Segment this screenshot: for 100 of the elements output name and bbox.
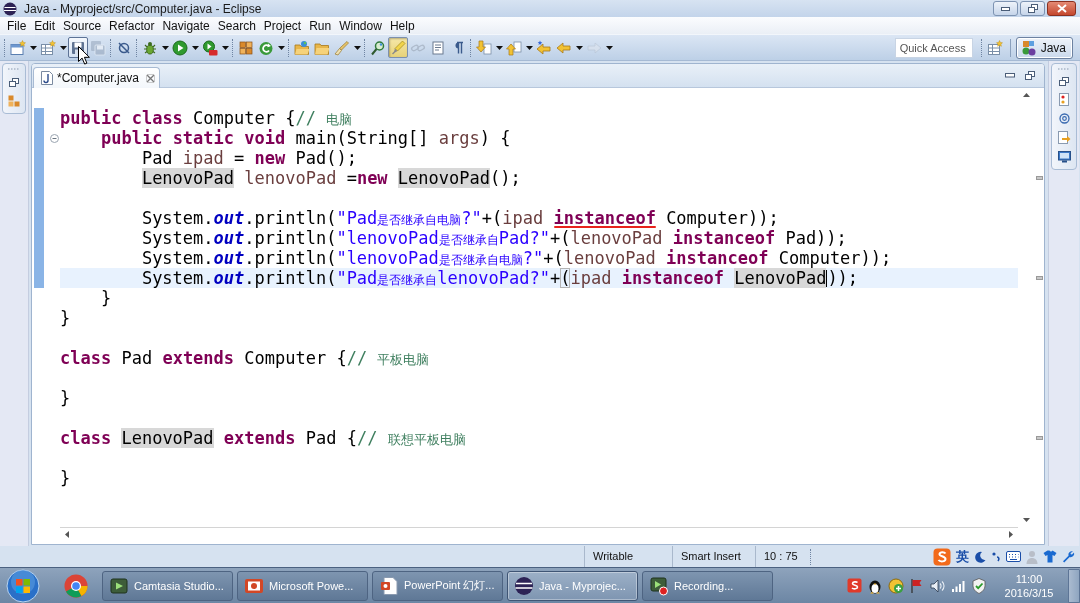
type-name: LenovoPad <box>141 168 234 188</box>
code-text: .println( <box>244 248 337 268</box>
close-icon <box>1056 4 1067 13</box>
menu-item[interactable]: Refactor <box>105 18 159 33</box>
moon-icon[interactable] <box>974 550 986 563</box>
keyword: class <box>60 428 112 448</box>
code-text: } <box>60 468 71 488</box>
code-text: +( <box>549 228 571 248</box>
file-icon <box>41 71 53 85</box>
code-text: )); <box>827 268 859 288</box>
close-button[interactable] <box>1047 1 1076 16</box>
restore-icon[interactable] <box>1059 77 1069 86</box>
restore-button[interactable] <box>1020 1 1045 16</box>
page-dots-icon[interactable] <box>1058 93 1070 106</box>
caret-icon <box>277 45 285 50</box>
keyword: class <box>131 108 183 128</box>
menu-item[interactable]: Window <box>335 18 386 33</box>
flag-icon[interactable] <box>910 577 924 594</box>
striped-circle-icon <box>3 1 17 16</box>
menu-item[interactable]: Run <box>305 18 336 33</box>
drag-handle-icon <box>1058 68 1070 70</box>
quick-access-field[interactable]: Quick Access <box>894 37 973 58</box>
wrench-icon[interactable] <box>1062 550 1075 563</box>
code-text: } <box>100 288 112 308</box>
shield-icon[interactable] <box>972 577 986 594</box>
maximize-icon[interactable] <box>1025 71 1035 80</box>
occurrence-marker <box>1036 176 1043 180</box>
keyword: extends <box>223 428 296 448</box>
input-mode-label[interactable]: 英 <box>956 547 969 566</box>
variable-name: lenovoPad <box>563 248 656 268</box>
scroll-right-icon[interactable] <box>1009 530 1013 538</box>
code-text: Pad <box>121 348 153 368</box>
fold-toggle-icon[interactable] <box>49 133 59 143</box>
caret-icon <box>161 45 169 50</box>
caret-icon <box>575 45 583 50</box>
caret-icon <box>29 45 37 50</box>
minimize-button[interactable] <box>993 1 1018 16</box>
text-cursor <box>826 270 828 287</box>
keyword: instanceof <box>553 211 656 226</box>
scroll-down-icon[interactable] <box>1022 518 1030 522</box>
shirt-icon[interactable] <box>1043 550 1057 563</box>
keyword: new <box>254 148 286 168</box>
scroll-up-icon[interactable] <box>1022 93 1030 97</box>
monitor-icon[interactable] <box>1057 151 1071 163</box>
show-desktop-button[interactable] <box>1068 568 1080 603</box>
type-name: LenovoPad <box>397 168 490 188</box>
keyword: instanceof <box>621 268 724 288</box>
taskbar-button[interactable]: Microsoft Powe... <box>237 570 368 601</box>
table-star-icon <box>986 39 1003 56</box>
code-text: = <box>346 168 357 188</box>
string-literal: "lenovoPad是否继承自电脑?" <box>336 248 544 268</box>
close-icon[interactable] <box>146 73 156 83</box>
taskbar-button[interactable]: Recording... <box>642 570 773 601</box>
keyword: extends <box>162 348 235 368</box>
menu-item[interactable]: File <box>3 18 31 33</box>
code-text: } <box>60 388 71 408</box>
code-text: = <box>234 148 245 168</box>
perspective-button[interactable]: Java <box>1015 36 1073 59</box>
keyboard-icon[interactable] <box>1006 551 1021 562</box>
menu-item[interactable]: Project <box>259 18 306 33</box>
editor-tab[interactable]: *Computer.java <box>33 67 161 88</box>
matching-bracket: ( <box>560 268 571 288</box>
menu-item[interactable]: Search <box>213 18 260 33</box>
signal-icon[interactable] <box>951 578 966 593</box>
speaker-icon[interactable] <box>930 578 945 593</box>
scroll-left-icon[interactable] <box>65 530 69 538</box>
code-text: + <box>549 268 561 288</box>
keyword: static <box>172 128 235 148</box>
restore-icon <box>1027 4 1038 13</box>
code-text: .println( <box>244 228 337 248</box>
window-title: Java - Myproject/src/Computer.java - Eclipse <box>24 1 262 16</box>
field-name: out <box>213 248 245 268</box>
recorder-icon <box>649 575 669 596</box>
taskbar-button[interactable]: PowerPoint 幻灯... <box>372 570 503 601</box>
taskbar-button[interactable]: Camtasia Studio... <box>102 570 233 601</box>
swirl-logo-icon <box>933 547 951 566</box>
caret-icon <box>525 45 533 50</box>
ring-icon[interactable] <box>1058 113 1070 124</box>
menu-item[interactable]: Source <box>59 18 106 33</box>
keyword: instanceof <box>666 248 769 268</box>
code-text: .println( <box>244 208 337 228</box>
caret-icon <box>191 45 199 50</box>
swirl-square-icon[interactable] <box>847 578 862 593</box>
punctuation-icon[interactable] <box>991 550 1001 563</box>
keyword: public <box>100 128 163 148</box>
plus-badge-icon[interactable] <box>888 577 904 594</box>
minimize-icon[interactable] <box>1005 73 1015 78</box>
field-name: out <box>213 228 245 248</box>
variable-name: args <box>438 128 480 148</box>
string-literal: "lenovoPad是否继承自Pad?" <box>336 228 550 248</box>
menu-item[interactable]: Edit <box>30 18 60 33</box>
document-icon <box>379 575 399 596</box>
menu-item[interactable]: Navigate <box>158 18 214 33</box>
striped-circle-icon <box>514 575 534 596</box>
variable-name: ipad <box>502 208 544 228</box>
comment: // 联想平板电脑 <box>356 428 466 448</box>
menu-item[interactable]: Help <box>385 18 419 33</box>
string-literal: "Pad是否继承自电脑?" <box>336 208 482 228</box>
start-button[interactable] <box>3 568 43 603</box>
restore-icon[interactable] <box>9 78 19 87</box>
